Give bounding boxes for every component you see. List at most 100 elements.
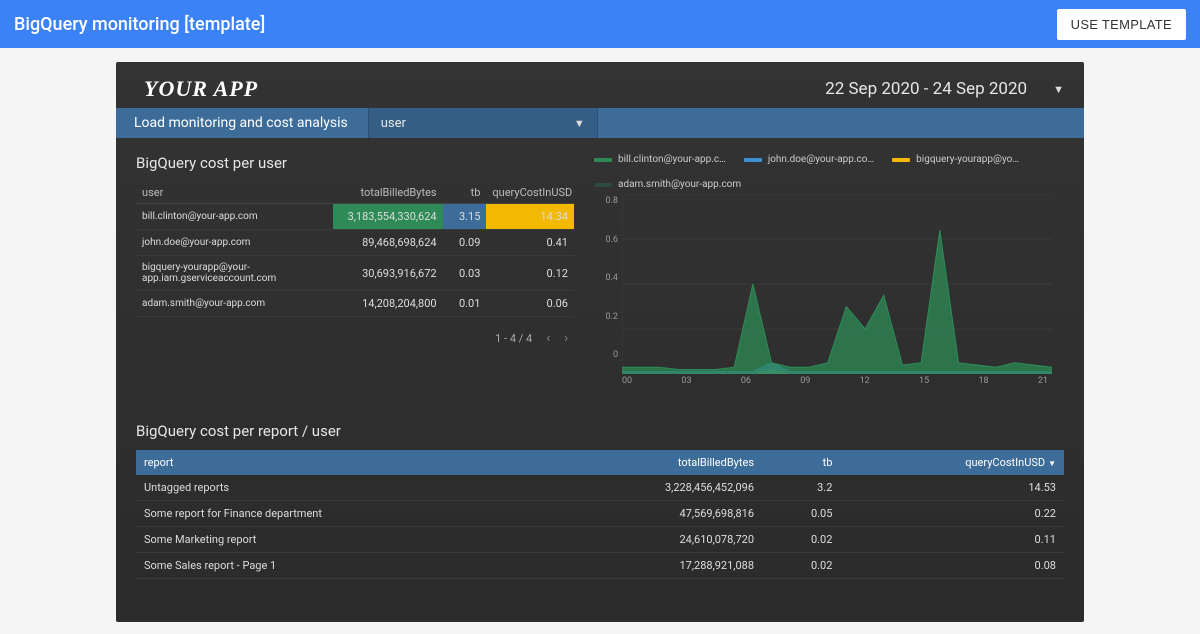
legend-label: bigquery-yourapp@yo…: [916, 154, 1019, 165]
cell-cost: 14.34: [486, 204, 574, 230]
table-row[interactable]: adam.smith@your-app.com14,208,204,8000.0…: [136, 291, 574, 317]
cell-user: john.doe@your-app.com: [136, 230, 333, 256]
cell-cost: 0.08: [840, 553, 1064, 579]
card-title: BigQuery cost per user: [136, 154, 574, 172]
legend-item[interactable]: adam.smith@your-app.com: [594, 179, 741, 190]
area-chart[interactable]: [622, 194, 1052, 374]
date-range-text: 22 Sep 2020 - 24 Sep 2020: [825, 79, 1027, 99]
subheader-bar: Load monitoring and cost analysis user ▼: [116, 108, 1084, 138]
page-topbar: BigQuery monitoring [template] USE TEMPL…: [0, 0, 1200, 48]
subheader-title: Load monitoring and cost analysis: [134, 115, 368, 131]
col-tb[interactable]: tb: [762, 450, 840, 475]
cell-user: bill.clinton@your-app.com: [136, 204, 333, 230]
cell-report: Some report for Finance department: [136, 501, 542, 527]
table-row[interactable]: Untagged reports3,228,456,452,0963.214.5…: [136, 475, 1064, 501]
legend-label: bill.clinton@your-app.c…: [618, 154, 726, 165]
x-tick: 09: [800, 376, 810, 386]
cell-bytes: 89,468,698,624: [333, 230, 443, 256]
table-header-row: report totalBilledBytes tb queryCostInUS…: [136, 450, 1064, 475]
cost-per-user-card: BigQuery cost per user user totalBilledB…: [136, 154, 574, 386]
y-tick: 0: [613, 350, 618, 360]
legend-swatch: [594, 158, 612, 162]
col-user[interactable]: user: [136, 182, 333, 204]
col-cost[interactable]: queryCostInUSD: [486, 182, 574, 204]
cell-cost: 0.11: [840, 527, 1064, 553]
col-bytes[interactable]: totalBilledBytes: [542, 450, 762, 475]
use-template-button[interactable]: USE TEMPLATE: [1057, 9, 1186, 40]
x-tick: 03: [681, 376, 691, 386]
table-row[interactable]: Some report for Finance department47,569…: [136, 501, 1064, 527]
chart-legend: bill.clinton@your-app.c… john.doe@your-ap…: [594, 154, 1064, 190]
cell-user: adam.smith@your-app.com: [136, 291, 333, 317]
cell-bytes: 24,610,078,720: [542, 527, 762, 553]
col-tb[interactable]: tb: [443, 182, 487, 204]
cell-tb: 0.02: [762, 527, 840, 553]
user-filter-dropdown[interactable]: user ▼: [368, 108, 598, 138]
x-tick: 15: [919, 376, 929, 386]
col-report[interactable]: report: [136, 450, 542, 475]
cell-bytes: 30,693,916,672: [333, 256, 443, 291]
legend-item[interactable]: bigquery-yourapp@yo…: [892, 154, 1019, 165]
x-axis: 0003060912151821: [594, 374, 1052, 386]
cell-cost: 0.22: [840, 501, 1064, 527]
table-row[interactable]: bill.clinton@your-app.com3,183,554,330,6…: [136, 204, 574, 230]
y-tick: 0.2: [606, 312, 619, 322]
y-axis: 0.80.60.40.20: [594, 194, 622, 374]
table-row[interactable]: Some Sales report - Page 117,288,921,088…: [136, 553, 1064, 579]
date-range-picker[interactable]: 22 Sep 2020 - 24 Sep 2020 ▼: [825, 79, 1064, 99]
chevron-down-icon: ▼: [1053, 83, 1064, 96]
col-bytes[interactable]: totalBilledBytes: [333, 182, 443, 204]
cell-report: Some Sales report - Page 1: [136, 553, 542, 579]
table-row[interactable]: john.doe@your-app.com89,468,698,6240.090…: [136, 230, 574, 256]
legend-item[interactable]: john.doe@your-app.co…: [744, 154, 874, 165]
x-tick: 21: [1038, 376, 1048, 386]
cost-per-report-card: BigQuery cost per report / user report t…: [136, 422, 1064, 579]
sort-desc-icon: ▼: [1048, 459, 1056, 468]
col-cost[interactable]: queryCostInUSD▼: [840, 450, 1064, 475]
legend-swatch: [594, 183, 612, 187]
cell-cost: 0.12: [486, 256, 574, 291]
cell-bytes: 17,288,921,088: [542, 553, 762, 579]
cell-bytes: 3,183,554,330,624: [333, 204, 443, 230]
page-title: BigQuery monitoring [template]: [14, 14, 265, 35]
cell-cost: 0.06: [486, 291, 574, 317]
cell-tb: 0.01: [443, 291, 487, 317]
user-filter-label: user: [381, 116, 406, 131]
table-row[interactable]: Some Marketing report24,610,078,7200.020…: [136, 527, 1064, 553]
dashboard-body: BigQuery cost per user user totalBilledB…: [116, 138, 1084, 589]
canvas: YOUR APP 22 Sep 2020 - 24 Sep 2020 ▼ Loa…: [0, 48, 1200, 634]
cell-bytes: 47,569,698,816: [542, 501, 762, 527]
cell-cost: 0.41: [486, 230, 574, 256]
legend-swatch: [744, 158, 762, 162]
cell-user: bigquery-yourapp@your-app.iam.gserviceac…: [136, 256, 333, 291]
card-title: BigQuery cost per report / user: [136, 422, 1064, 440]
cell-report: Some Marketing report: [136, 527, 542, 553]
cell-tb: 3.2: [762, 475, 840, 501]
x-tick: 00: [622, 376, 632, 386]
cell-tb: 0.03: [443, 256, 487, 291]
pager-text: 1 - 4 / 4: [495, 332, 532, 345]
cost-per-user-table: user totalBilledBytes tb queryCostInUSD …: [136, 182, 574, 317]
y-tick: 0.8: [606, 196, 619, 206]
prev-page-button[interactable]: ‹: [546, 331, 550, 346]
dashboard-header: YOUR APP 22 Sep 2020 - 24 Sep 2020 ▼: [116, 62, 1084, 108]
cell-cost: 14.53: [840, 475, 1064, 501]
chart-series: [622, 230, 1052, 374]
row-1: BigQuery cost per user user totalBilledB…: [136, 154, 1064, 386]
chevron-down-icon: ▼: [574, 117, 585, 130]
cost-chart-card: bill.clinton@your-app.c… john.doe@your-ap…: [594, 154, 1064, 386]
cell-bytes: 14,208,204,800: [333, 291, 443, 317]
cell-tb: 0.02: [762, 553, 840, 579]
x-tick: 18: [978, 376, 988, 386]
cell-report: Untagged reports: [136, 475, 542, 501]
cost-per-report-table: report totalBilledBytes tb queryCostInUS…: [136, 450, 1064, 579]
cell-tb: 0.05: [762, 501, 840, 527]
next-page-button[interactable]: ›: [564, 331, 568, 346]
y-tick: 0.4: [606, 273, 619, 283]
legend-label: john.doe@your-app.co…: [768, 154, 874, 165]
cell-tb: 0.09: [443, 230, 487, 256]
legend-swatch: [892, 158, 910, 162]
legend-item[interactable]: bill.clinton@your-app.c…: [594, 154, 726, 165]
cell-tb: 3.15: [443, 204, 487, 230]
table-row[interactable]: bigquery-yourapp@your-app.iam.gserviceac…: [136, 256, 574, 291]
